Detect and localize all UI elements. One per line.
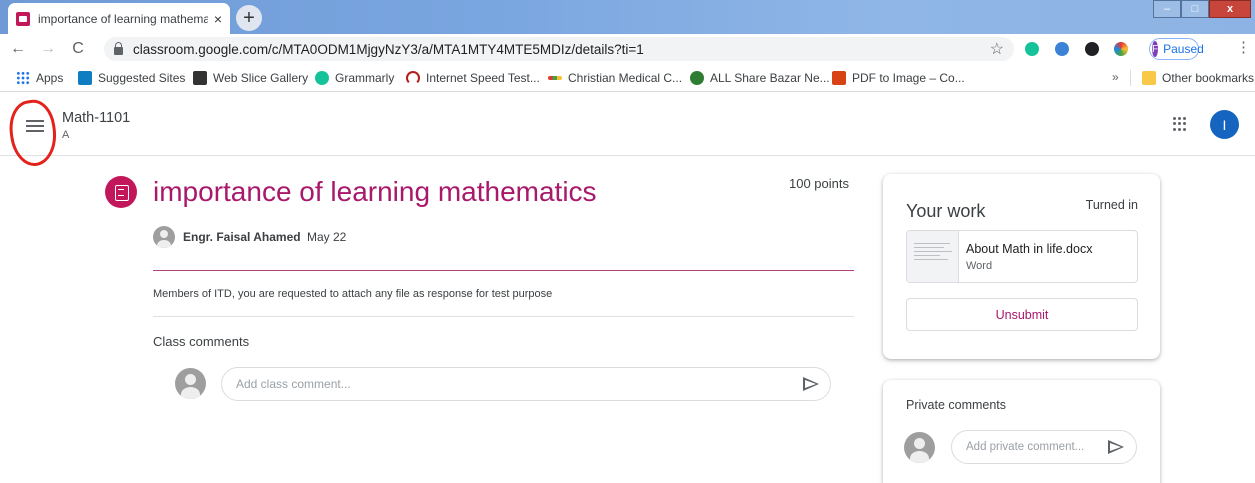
private-comments-heading: Private comments <box>906 398 1007 412</box>
classroom-app-bar: Math-1101 A I <box>0 92 1255 169</box>
attachment-item[interactable]: About Math in life.docx Word <box>906 230 1138 283</box>
class-section: A <box>62 129 70 141</box>
back-arrow-icon[interactable]: ← <box>6 40 30 58</box>
profile-status: Paused <box>1163 42 1204 56</box>
red-circle-annotation <box>5 97 61 169</box>
speedometer-icon <box>406 71 420 85</box>
class-name[interactable]: Math-1101 <box>62 110 130 126</box>
share-bazar-icon <box>690 71 704 85</box>
class-comment-input[interactable]: Add class comment... <box>221 367 831 401</box>
color-extension-icon[interactable] <box>1114 42 1128 56</box>
private-commenter-avatar <box>904 432 935 463</box>
bing-icon <box>78 71 92 85</box>
title-divider <box>153 270 854 271</box>
bookmarks-bar: Apps Suggested Sites Web Slice Gallery G… <box>0 64 1255 92</box>
url-text[interactable]: classroom.google.com/c/MTA0ODM1MjgyNzY3/… <box>133 42 990 57</box>
bookmark-star-icon[interactable]: ☆ <box>990 39 1004 59</box>
attachment-name: About Math in life.docx <box>966 242 1093 256</box>
browser-tab-strip: importance of learning mathema × + – □ x <box>0 0 1255 34</box>
adblock-extension-icon[interactable] <box>1085 42 1099 56</box>
account-avatar[interactable]: I <box>1210 110 1239 139</box>
send-class-comment-icon[interactable] <box>803 377 819 391</box>
assignment-date: May 22 <box>307 230 347 244</box>
address-bar[interactable]: classroom.google.com/c/MTA0ODM1MjgyNzY3/… <box>104 37 1014 61</box>
assignment-author: Engr. Faisal Ahamed <box>183 230 301 244</box>
author-avatar <box>153 226 175 248</box>
private-comments-card: Private comments Add private comment... <box>883 380 1160 483</box>
grammarly-icon <box>315 71 329 85</box>
browser-tab[interactable]: importance of learning mathema × <box>8 3 230 34</box>
bookmark-internet-speed-test[interactable]: Internet Speed Test... <box>406 71 540 85</box>
reload-icon[interactable]: C <box>66 40 90 58</box>
bookmark-web-slice-gallery[interactable]: Web Slice Gallery <box>193 71 308 85</box>
assignment-points: 100 points <box>789 176 849 191</box>
bookmark-share-bazar[interactable]: ALL Share Bazar Ne... <box>690 71 830 85</box>
unsubmit-button[interactable]: Unsubmit <box>906 298 1138 331</box>
web-slice-icon <box>193 71 207 85</box>
apps-grid-icon <box>16 71 30 85</box>
window-controls: – □ x <box>1153 0 1251 18</box>
folder-icon <box>1142 71 1156 85</box>
browser-menu-icon[interactable]: ⋮ <box>1236 40 1251 55</box>
minimize-button[interactable]: – <box>1153 0 1181 18</box>
bookmark-suggested-sites[interactable]: Suggested Sites <box>78 71 185 85</box>
dots-icon <box>548 76 562 80</box>
new-tab-button[interactable]: + <box>236 5 262 31</box>
extension-icon[interactable] <box>1055 42 1069 56</box>
grammarly-extension-icon[interactable] <box>1025 42 1039 56</box>
bookmark-apps[interactable]: Apps <box>16 71 63 85</box>
close-window-button[interactable]: x <box>1209 0 1251 18</box>
browser-toolbar: ← → C classroom.google.com/c/MTA0ODM1Mjg… <box>0 34 1255 64</box>
other-bookmarks-folder[interactable]: Other bookmarks <box>1142 71 1254 85</box>
class-comments-heading: Class comments <box>153 334 250 349</box>
tab-close-icon[interactable]: × <box>214 11 222 27</box>
bookmarks-separator <box>1130 70 1131 86</box>
bookmark-christian-medical[interactable]: Christian Medical C... <box>548 71 682 85</box>
bookmark-grammarly[interactable]: Grammarly <box>315 71 394 85</box>
profile-button[interactable]: F Paused <box>1149 38 1204 60</box>
more-bookmarks-chevron-icon[interactable]: » <box>1112 70 1119 84</box>
forward-arrow-icon[interactable]: → <box>36 40 60 58</box>
description-divider <box>153 316 854 317</box>
classroom-favicon-icon <box>16 11 30 26</box>
your-work-title: Your work <box>906 201 986 221</box>
submission-status: Turned in <box>1085 198 1138 212</box>
assignment-title: importance of learning mathematics <box>153 176 597 207</box>
send-private-comment-icon[interactable] <box>1108 440 1124 454</box>
assignment-description: Members of ITD, you are requested to att… <box>153 288 553 300</box>
profile-avatar: F <box>1152 41 1159 57</box>
lock-icon <box>114 42 123 55</box>
bookmark-pdf-to-image[interactable]: PDF to Image – Co... <box>832 71 965 85</box>
document-thumbnail <box>907 231 959 282</box>
tab-title: importance of learning mathema <box>38 11 208 26</box>
maximize-button[interactable]: □ <box>1181 0 1209 18</box>
your-work-card: Your work Turned in About Math in life.d… <box>883 174 1160 359</box>
assignment-icon <box>105 176 137 208</box>
commenter-avatar <box>175 368 206 399</box>
pdf-icon <box>832 71 846 85</box>
attachment-type: Word <box>966 260 993 272</box>
google-apps-icon[interactable] <box>1173 117 1187 131</box>
